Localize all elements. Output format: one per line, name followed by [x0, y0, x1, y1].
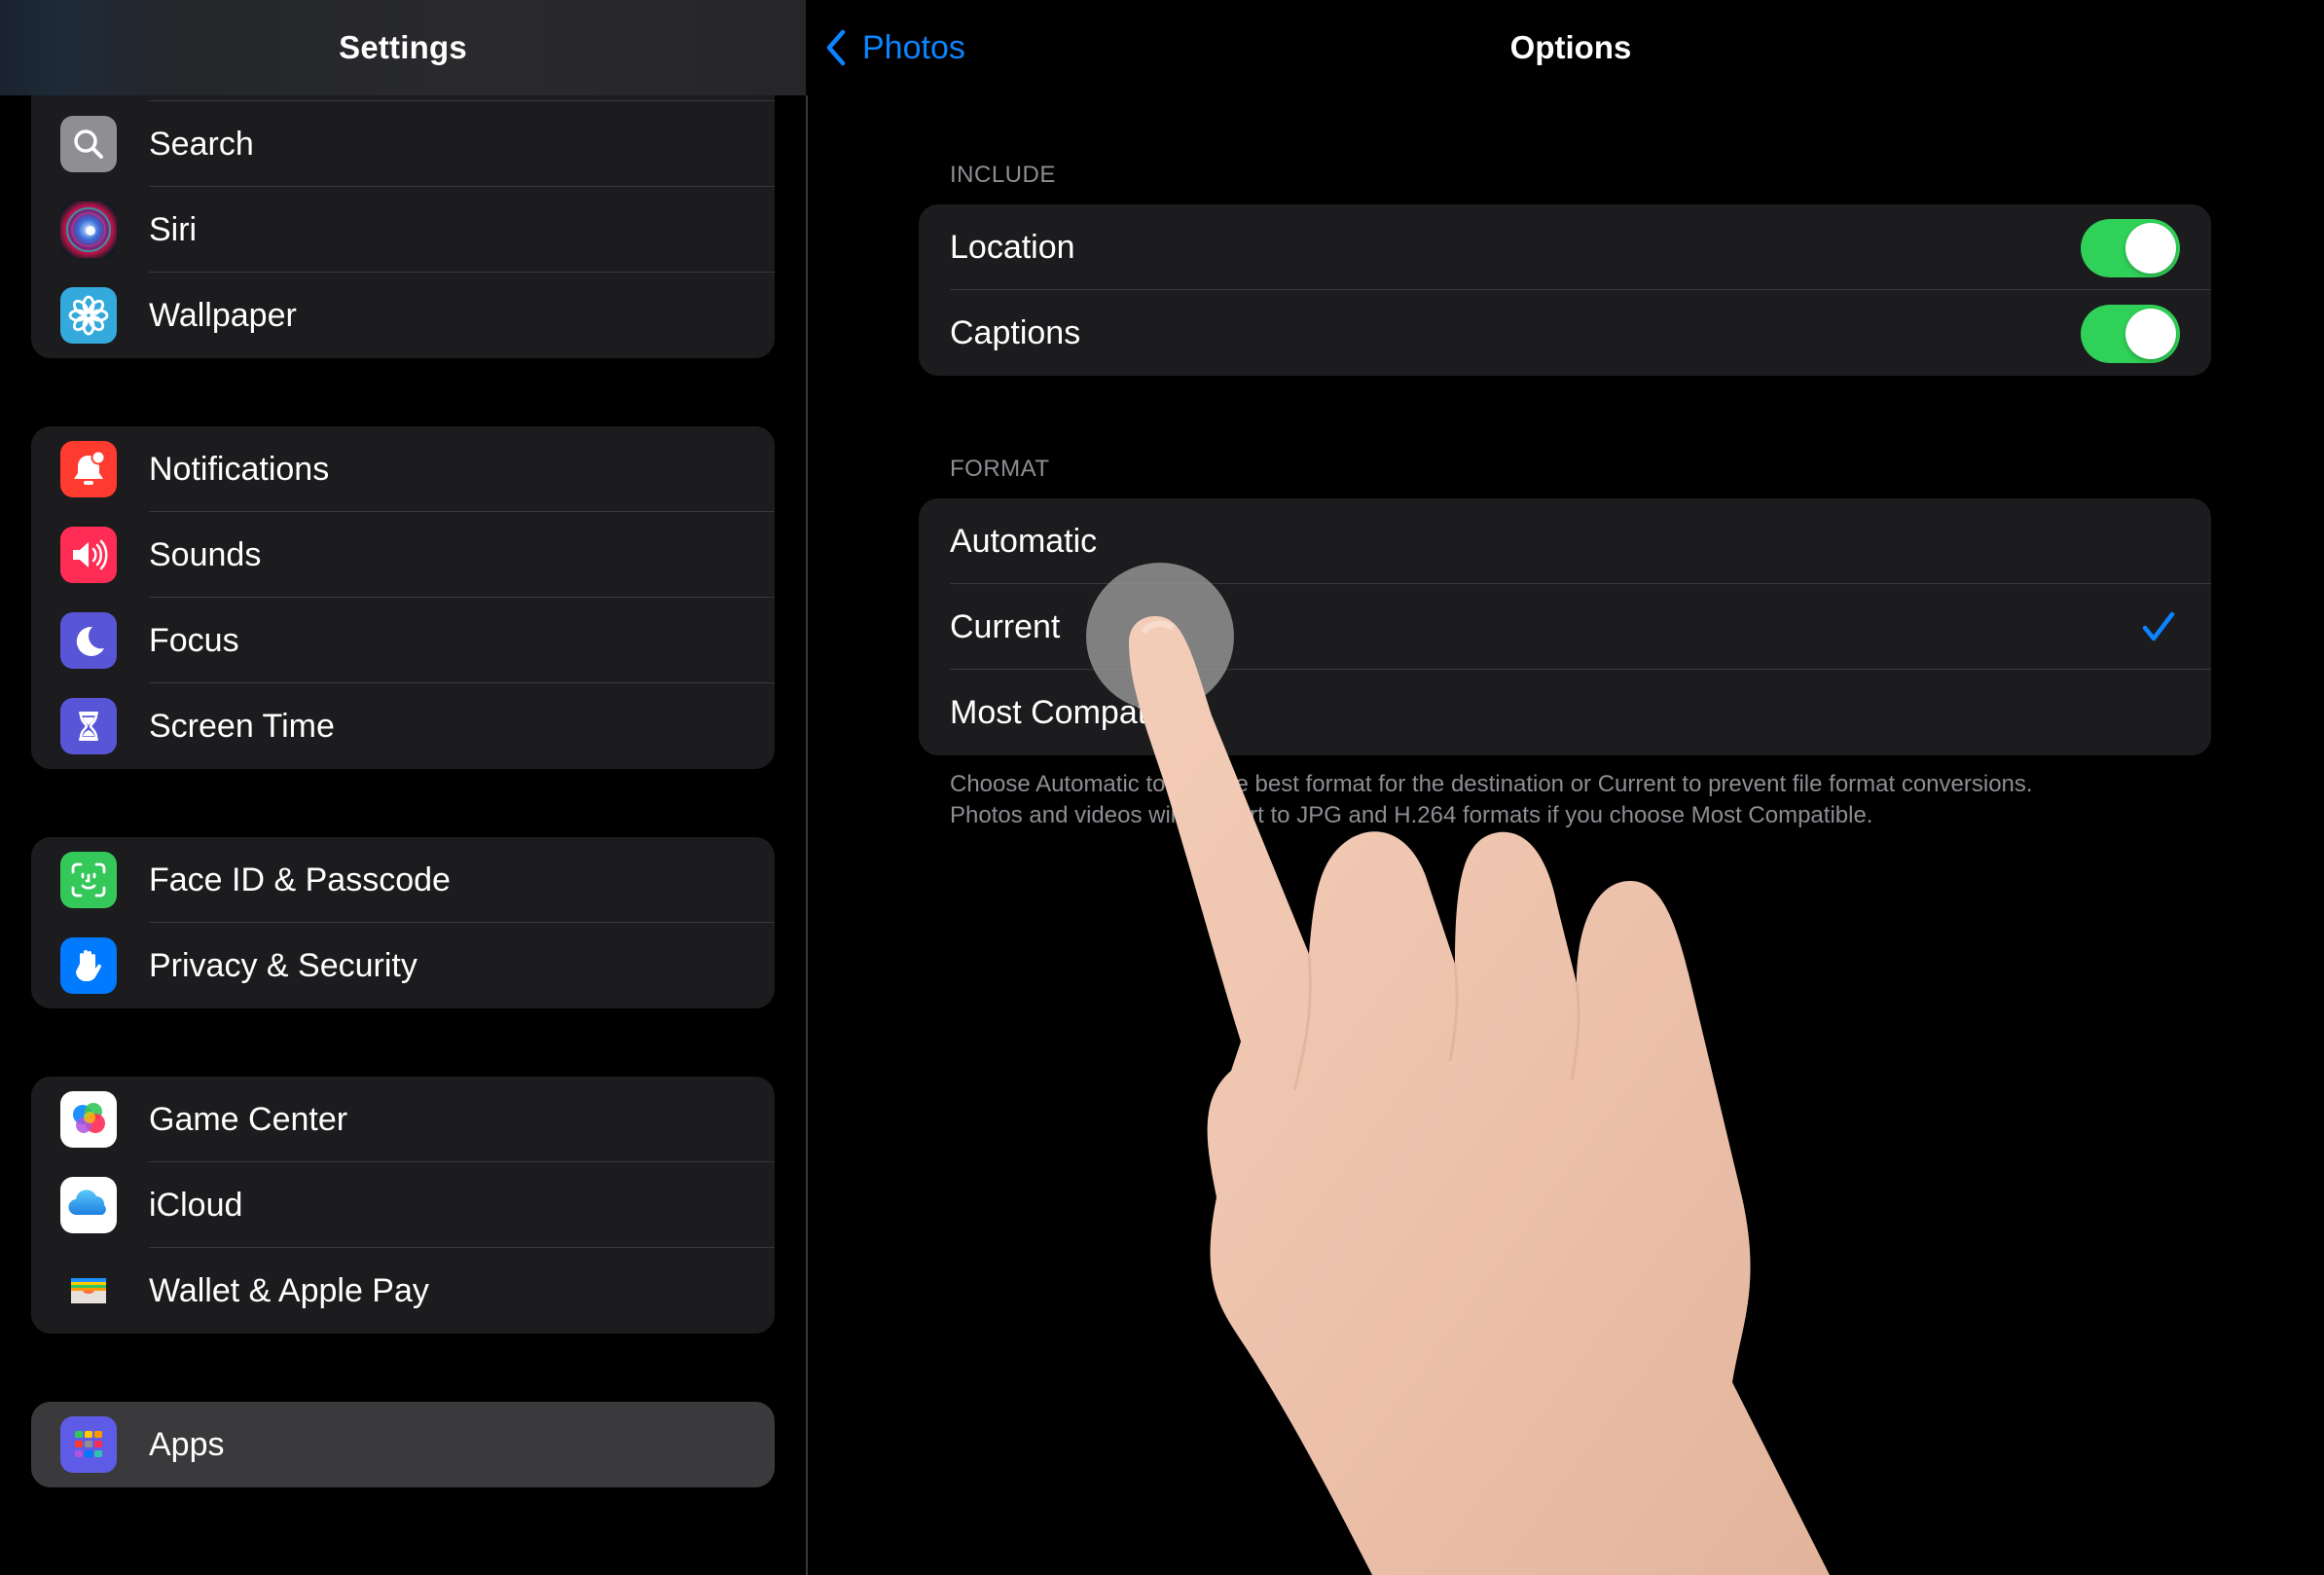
hand-icon [60, 937, 117, 994]
sidebar-item-apps[interactable]: Apps [31, 1402, 775, 1487]
sidebar-item-label: Privacy & Security [149, 946, 418, 984]
option-row-captions: Captions [919, 290, 2211, 376]
footnote-line: Choose Automatic to use the best format … [950, 771, 2033, 797]
sidebar-group-accounts: Game Center iCloud Wallet & Apple Pay [31, 1077, 775, 1334]
format-option-automatic[interactable]: Automatic [919, 498, 2211, 584]
speaker-icon [60, 527, 117, 583]
face-id-icon [60, 852, 117, 908]
wallet-icon [60, 1263, 117, 1319]
sidebar-item-label: Sounds [149, 535, 262, 573]
sidebar-item-wallpaper[interactable]: Wallpaper [31, 273, 775, 358]
apps-grid-icon [60, 1416, 117, 1473]
cloud-icon [60, 1177, 117, 1233]
settings-sidebar: Settings Search Siri Wallpaper Notificat… [0, 0, 806, 1575]
footnote-line: Photos and videos will convert to JPG an… [950, 802, 1873, 828]
sidebar-item-label: iCloud [149, 1186, 243, 1224]
sidebar-item-wallet[interactable]: Wallet & Apple Pay [31, 1248, 775, 1334]
sidebar-group-general: Search Siri Wallpaper [31, 76, 775, 358]
touch-indicator [1086, 563, 1234, 711]
sidebar-item-siri[interactable]: Siri [31, 187, 775, 273]
bell-badge-icon [60, 441, 117, 497]
search-icon [60, 116, 117, 172]
sidebar-item-label: Screen Time [149, 707, 335, 745]
sidebar-group-notifications: Notifications Sounds Focus Screen Time [31, 426, 775, 769]
page-title: Options [1509, 29, 1632, 65]
flower-icon [60, 287, 117, 344]
sidebar-group-apps: Apps [31, 1402, 775, 1487]
sidebar-item-screen-time[interactable]: Screen Time [31, 683, 775, 769]
sidebar-item-label: Wallpaper [149, 296, 297, 334]
option-label: Current [950, 607, 1061, 645]
option-label: Automatic [950, 522, 1098, 560]
location-toggle[interactable] [2081, 219, 2180, 277]
game-center-icon [60, 1091, 117, 1148]
sidebar-item-label: Siri [149, 210, 198, 248]
sidebar-item-focus[interactable]: Focus [31, 598, 775, 683]
sidebar-item-icloud[interactable]: iCloud [31, 1162, 775, 1248]
options-detail-pane: Photos Options INCLUDE Location Captions… [808, 0, 2324, 1575]
section-header-format: FORMAT [950, 456, 1050, 482]
sidebar-item-sounds[interactable]: Sounds [31, 512, 775, 598]
include-card: Location Captions [919, 204, 2211, 376]
hourglass-icon [60, 698, 117, 754]
siri-icon [60, 201, 117, 258]
captions-toggle[interactable] [2081, 305, 2180, 363]
sidebar-item-game-center[interactable]: Game Center [31, 1077, 775, 1162]
sidebar-item-search[interactable]: Search [31, 101, 775, 187]
checkmark-icon [2142, 611, 2175, 641]
section-header-include: INCLUDE [950, 162, 1056, 188]
option-label: Captions [950, 313, 1081, 351]
sidebar-item-label: Face ID & Passcode [149, 861, 451, 898]
sidebar-item-privacy[interactable]: Privacy & Security [31, 923, 775, 1008]
sidebar-item-label: Apps [149, 1425, 225, 1463]
moon-icon [60, 612, 117, 669]
toggle-knob [2125, 223, 2176, 274]
sidebar-item-notifications[interactable]: Notifications [31, 426, 775, 512]
sidebar-header: Settings [0, 0, 806, 95]
sidebar-item-label: Wallet & Apple Pay [149, 1271, 429, 1309]
option-label: Location [950, 228, 1075, 266]
sidebar-group-security: Face ID & Passcode Privacy & Security [31, 837, 775, 1008]
sidebar-item-label: Game Center [149, 1100, 348, 1138]
option-row-location: Location [919, 204, 2211, 290]
toggle-knob [2125, 309, 2176, 359]
sidebar-item-face-id[interactable]: Face ID & Passcode [31, 837, 775, 923]
sidebar-item-label: Notifications [149, 450, 330, 488]
format-footnote: Choose Automatic to use the best format … [950, 769, 2215, 831]
sidebar-item-label: Search [149, 125, 254, 163]
sidebar-title: Settings [339, 29, 467, 65]
sidebar-item-label: Focus [149, 621, 239, 659]
